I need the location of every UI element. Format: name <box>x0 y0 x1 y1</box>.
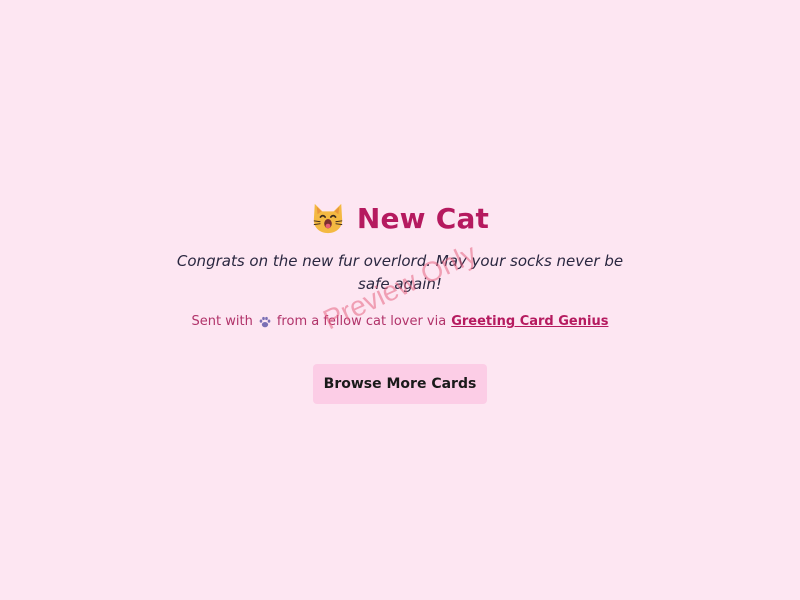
card-header: New Cat <box>0 196 800 240</box>
card-message: Congrats on the new fur overlord. May yo… <box>176 252 624 293</box>
greeting-card-genius-link[interactable]: Greeting Card Genius <box>451 314 608 329</box>
card-title: New Cat <box>356 201 490 235</box>
greeting-card: New Cat Congrats on the new fur overlord… <box>0 0 800 600</box>
paw-print-icon <box>259 316 271 327</box>
card-signature: Sent with from a fellow cat lover via Gr… <box>0 314 800 329</box>
signature-middle: from a fellow cat lover via <box>276 314 447 329</box>
cat-face-icon <box>313 203 343 234</box>
signature-prefix: Sent with <box>191 314 253 329</box>
browse-more-cards-button[interactable]: Browse More Cards <box>313 364 487 404</box>
